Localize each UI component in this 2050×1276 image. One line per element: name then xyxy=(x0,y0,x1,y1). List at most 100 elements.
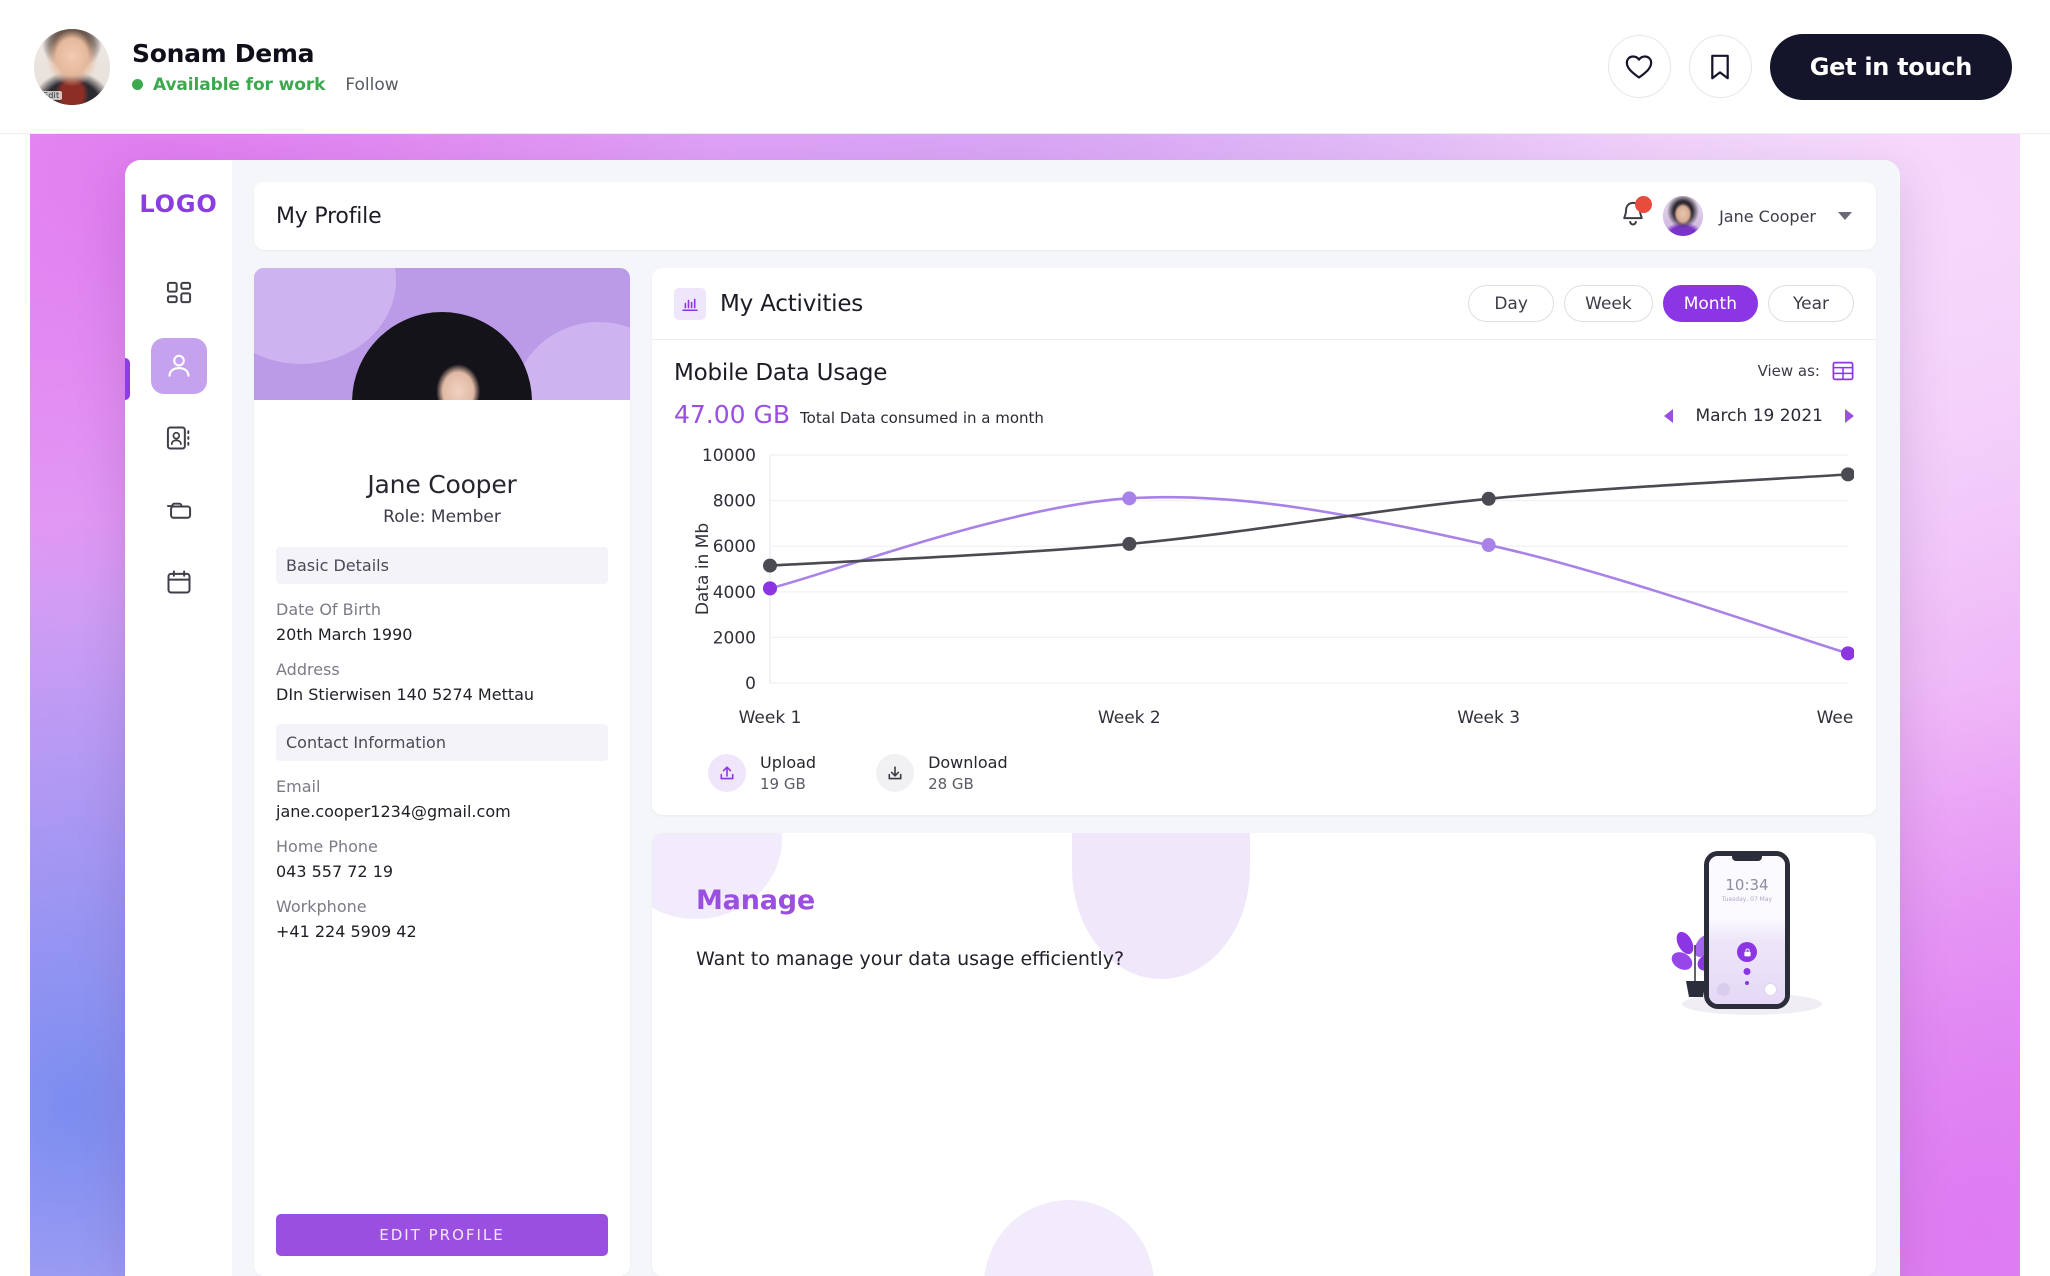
chevron-right-icon[interactable] xyxy=(1845,409,1854,423)
portfolio-avatar: Edit xyxy=(34,28,110,105)
get-in-touch-button[interactable]: Get in touch xyxy=(1769,33,2012,100)
sidebar-item-dashboard[interactable] xyxy=(151,266,207,322)
phone-device: 10:34 Tuesday, 07 May xyxy=(1704,851,1790,1009)
phone-dot-1 xyxy=(1743,968,1751,975)
svg-text:Week 2: Week 2 xyxy=(1098,708,1161,728)
sidebar-item-contacts[interactable] xyxy=(151,410,207,466)
current-date: March 19 2021 xyxy=(1695,406,1823,426)
field-email: Email jane.cooper1234@gmail.com xyxy=(276,777,608,821)
profile-card: Jane Cooper Role: Member Basic Details D… xyxy=(254,268,630,1276)
bookmark-button[interactable] xyxy=(1688,35,1752,98)
user-profile-icon xyxy=(168,354,189,377)
bar-chart-glyph xyxy=(682,298,698,311)
data-point[interactable] xyxy=(763,581,777,596)
svg-text:2000: 2000 xyxy=(713,628,756,648)
portfolio-identity: Sonam Dema Available for work Follow xyxy=(132,39,399,95)
activities-card: My Activities Day Week Month Year Mobile… xyxy=(652,268,1879,815)
sidebar-item-folders[interactable] xyxy=(151,482,207,538)
dashboard-grid-icon xyxy=(166,281,191,304)
total-data-value: 47.00 GB xyxy=(674,400,791,429)
phone-illustration: 10:34 Tuesday, 07 May xyxy=(1662,845,1852,1025)
chevron-down-icon[interactable] xyxy=(1838,212,1852,220)
field-label: Home Phone xyxy=(276,837,378,856)
headbar-actions: Jane Cooper xyxy=(1619,196,1852,236)
line-chart: 0 2000 4000 6000 8000 10000 Data in Mb Week 1 We… xyxy=(674,446,1879,737)
availability-label: Available for work xyxy=(153,74,326,95)
like-button[interactable] xyxy=(1607,35,1671,98)
headbar-avatar[interactable] xyxy=(1663,196,1704,236)
data-point[interactable] xyxy=(1481,538,1496,553)
legend-value: 28 GB xyxy=(928,775,974,793)
lock-glyph xyxy=(1743,948,1751,956)
data-point[interactable] xyxy=(763,558,777,573)
profile-role-value: Member xyxy=(430,507,501,527)
svg-text:6000: 6000 xyxy=(713,537,756,557)
tab-month[interactable]: Month xyxy=(1662,285,1758,322)
field-label: Workphone xyxy=(276,897,367,916)
app-main: My Profile Jane Cooper Jane Cooper Role:… xyxy=(232,160,1900,1276)
notification-badge xyxy=(1635,196,1653,213)
heart-icon xyxy=(1626,54,1653,79)
tab-week[interactable]: Week xyxy=(1564,285,1653,322)
tab-day[interactable]: Day xyxy=(1468,285,1555,322)
section-contact-information: Contact Information xyxy=(276,724,608,761)
headbar-user-name: Jane Cooper xyxy=(1719,206,1816,226)
manage-card: Manage Want to manage your data usage ef… xyxy=(652,833,1876,1276)
data-point[interactable] xyxy=(1122,491,1137,506)
table-view-icon[interactable] xyxy=(1832,360,1854,382)
sidebar-item-profile[interactable] xyxy=(150,338,207,394)
legend-item-download: Download 28 GB xyxy=(876,753,1008,793)
field-label: Date Of Birth xyxy=(276,600,382,619)
svg-text:Data in Mb: Data in Mb xyxy=(693,523,713,615)
phone-corner-left xyxy=(1717,983,1730,996)
app-logo[interactable]: LOGO xyxy=(139,190,217,218)
line-chart-svg: 0 2000 4000 6000 8000 10000 Data in Mb Week 1 We… xyxy=(693,446,1879,728)
field-value: 043 557 72 19 xyxy=(276,862,394,881)
content-row: Jane Cooper Role: Member Basic Details D… xyxy=(254,268,1879,1276)
app-window: LOGO My Profile Jane Cooper Jane Cooper … xyxy=(125,160,1900,1276)
manage-blob-3 xyxy=(984,1200,1154,1276)
sidebar-item-calendar[interactable] xyxy=(151,554,207,610)
svg-text:Week 3: Week 3 xyxy=(1457,708,1520,728)
chart-legend: Upload 19 GB Download 28 GB xyxy=(652,737,1876,815)
profile-name: Jane Cooper xyxy=(367,470,517,499)
sidebar-nav xyxy=(125,266,232,610)
field-date-of-birth: Date Of Birth 20th March 1990 xyxy=(276,600,608,644)
legend-upload-text: Upload 19 GB xyxy=(760,753,816,793)
notifications-button[interactable] xyxy=(1619,196,1653,232)
view-as-control: View as: xyxy=(1758,360,1854,382)
edit-profile-button[interactable]: EDIT PROFILE xyxy=(276,1214,608,1256)
portfolio-actions: Get in touch xyxy=(1607,33,2012,100)
folder-icon xyxy=(166,502,191,519)
data-point[interactable] xyxy=(1841,646,1855,661)
range-tabs: Day Week Month Year xyxy=(1468,285,1854,322)
activities-header: My Activities Day Week Month Year xyxy=(652,268,1876,340)
legend-download-text: Download 28 GB xyxy=(928,753,1008,793)
phone-corner-right xyxy=(1764,983,1777,996)
portfolio-topbar: Edit Sonam Dema Available for work Follo… xyxy=(0,0,2050,134)
calendar-icon xyxy=(167,570,190,594)
bookmark-icon xyxy=(1711,54,1730,79)
follow-link[interactable]: Follow xyxy=(345,75,398,95)
data-point[interactable] xyxy=(1122,536,1137,551)
date-navigator: March 19 2021 xyxy=(1664,406,1854,426)
contacts-book-icon xyxy=(166,426,189,450)
field-value: jane.cooper1234@gmail.com xyxy=(276,802,511,821)
portfolio-name: Sonam Dema xyxy=(132,38,315,68)
legend-value: 19 GB xyxy=(760,775,806,793)
svg-text:Week 4: Week 4 xyxy=(1817,708,1854,728)
headbar-avatar-photo xyxy=(1663,196,1704,236)
data-point[interactable] xyxy=(1841,467,1855,482)
page-headbar: My Profile Jane Cooper xyxy=(254,182,1876,250)
upload-icon xyxy=(708,754,746,792)
data-point[interactable] xyxy=(1481,491,1496,506)
avatar-edit-label[interactable]: Edit xyxy=(40,90,63,100)
phone-date: Tuesday, 07 May xyxy=(1721,896,1773,903)
chevron-left-icon[interactable] xyxy=(1664,409,1674,423)
field-workphone: Workphone +41 224 5909 42 xyxy=(276,897,608,941)
chart-title: Mobile Data Usage xyxy=(674,360,888,386)
phone-dot-2 xyxy=(1745,981,1749,985)
phone-notch xyxy=(1732,856,1762,861)
tab-year[interactable]: Year xyxy=(1768,285,1854,322)
legend-name: Upload xyxy=(760,753,817,772)
